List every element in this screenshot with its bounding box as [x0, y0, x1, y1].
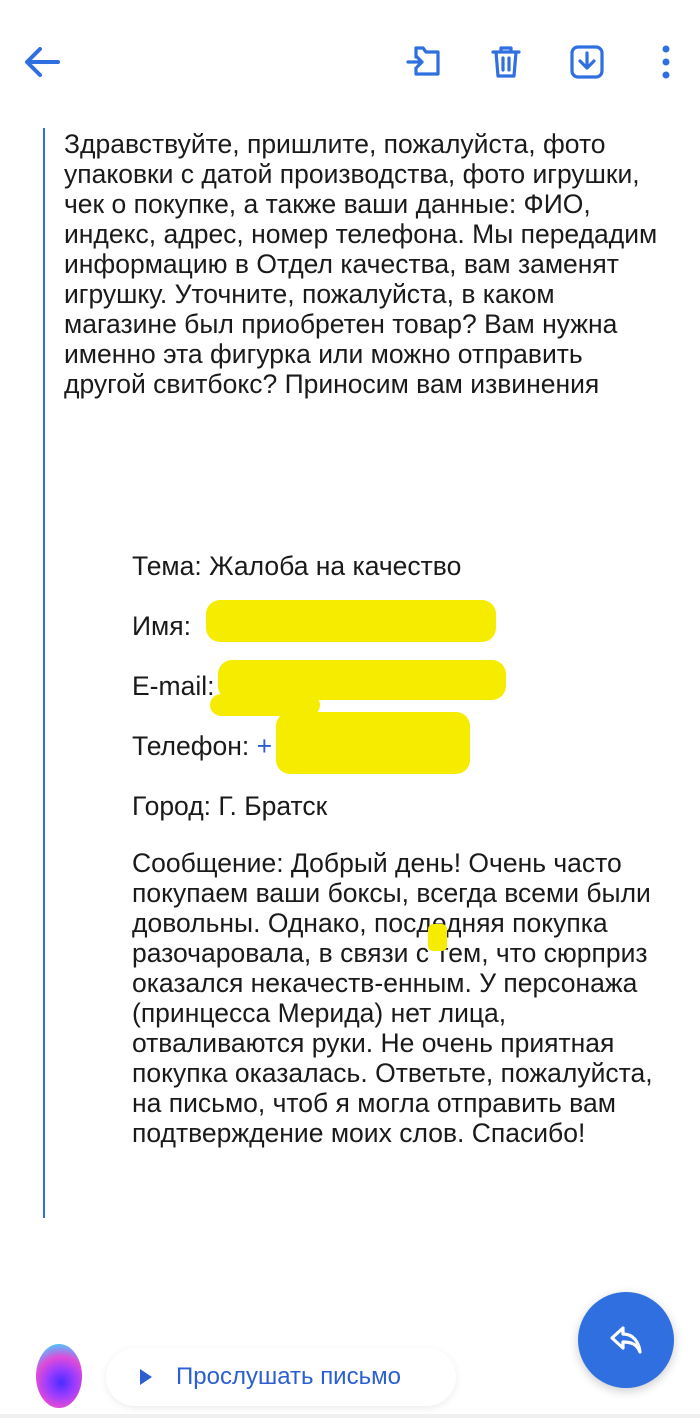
bottom-divider [0, 1414, 700, 1418]
download-button[interactable] [559, 34, 615, 90]
more-options-button[interactable] [638, 34, 694, 90]
form-city: Город: Г. Братск [132, 791, 328, 821]
reply-button[interactable] [578, 1292, 674, 1388]
reply-icon [610, 1326, 642, 1354]
back-button[interactable] [14, 34, 70, 90]
message-redaction [428, 924, 447, 951]
phone-redaction [276, 712, 470, 774]
form-phone-label: Телефон: [132, 731, 250, 761]
form-message: Сообщение: Добрый день! Очень часто поку… [132, 848, 653, 1148]
download-icon [570, 45, 604, 79]
assistant-orb-icon[interactable] [36, 1344, 82, 1408]
name-redaction [206, 600, 496, 642]
trash-icon [491, 46, 521, 78]
folder-move-icon [406, 46, 440, 76]
phone-number-link[interactable]: + [257, 731, 272, 761]
arrow-left-icon [25, 47, 60, 77]
form-subject: Тема: Жалоба на качество [132, 551, 462, 581]
play-icon [140, 1369, 152, 1385]
listen-label: Прослушать письмо [176, 1363, 401, 1390]
move-to-folder-button[interactable] [396, 34, 452, 90]
form-email-label: E-mail: [132, 671, 215, 701]
form-name-label: Имя: [132, 611, 191, 641]
form-phone-row: Телефон: + [132, 731, 272, 761]
reply-message-body: Здравствуйте, пришлите, пожалуйста, фото… [64, 129, 658, 399]
quote-bar [43, 128, 45, 1218]
delete-button[interactable] [478, 34, 534, 90]
top-toolbar [0, 0, 700, 120]
more-vertical-icon [662, 45, 670, 79]
listen-to-email-button[interactable]: Прослушать письмо [106, 1348, 456, 1406]
